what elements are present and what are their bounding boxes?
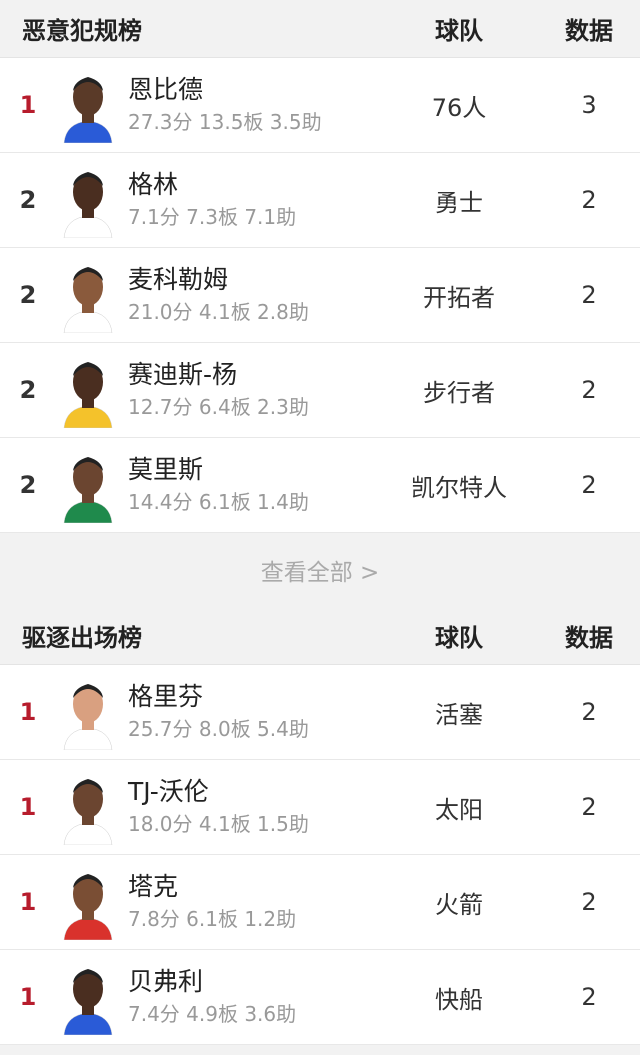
stat-value: 2 — [581, 983, 597, 1011]
player-row[interactable]: 2 莫里斯 14.4分 6.1板 1.4助 凯尔特人 2 — [0, 438, 640, 533]
stat-value: 2 — [581, 281, 597, 309]
team-name: 火箭 — [435, 890, 483, 919]
rank-number: 2 — [19, 376, 37, 404]
player-name[interactable]: 贝弗利 — [128, 965, 374, 999]
player-info: 莫里斯 14.4分 6.1板 1.4助 — [128, 453, 374, 517]
player-stats: 21.0分 4.1板 2.8助 — [128, 300, 309, 324]
rank-number: 2 — [19, 281, 37, 309]
player-info: 恩比德 27.3分 13.5板 3.5助 — [128, 73, 374, 137]
player-stats: 25.7分 8.0板 5.4助 — [128, 717, 309, 741]
player-row[interactable]: 2 格林 7.1分 7.3板 7.1助 勇士 2 — [0, 153, 640, 248]
rank-number: 1 — [19, 698, 37, 726]
player-row[interactable]: 1 恩比德 27.3分 13.5板 3.5助 76人 3 — [0, 58, 640, 153]
player-avatar — [58, 352, 118, 428]
team-name: 步行者 — [423, 378, 495, 407]
team-name: 凯尔特人 — [411, 473, 507, 502]
player-avatar — [58, 959, 118, 1035]
team-name: 开拓者 — [423, 283, 495, 312]
team-name: 活塞 — [435, 700, 483, 729]
player-avatar — [58, 864, 118, 940]
view-all-link[interactable]: 查看全部 > — [0, 533, 640, 607]
rank-number: 2 — [19, 186, 37, 214]
stat-value: 2 — [581, 186, 597, 214]
player-stats: 18.0分 4.1板 1.5助 — [128, 812, 309, 836]
player-stats: 14.4分 6.1板 1.4助 — [128, 490, 309, 514]
player-info: 赛迪斯-杨 12.7分 6.4板 2.3助 — [128, 358, 374, 422]
ejections-title: 驱逐出场榜 — [22, 624, 142, 652]
player-name[interactable]: 恩比德 — [128, 73, 374, 107]
fouls-team-header: 球队 — [435, 17, 483, 45]
fouls-data-header: 数据 — [565, 17, 613, 45]
player-info: 塔克 7.8分 6.1板 1.2助 — [128, 870, 374, 934]
team-name: 快船 — [435, 985, 483, 1014]
player-name[interactable]: 格里芬 — [128, 680, 374, 714]
player-name[interactable]: 格林 — [128, 168, 374, 202]
player-info: 格林 7.1分 7.3板 7.1助 — [128, 168, 374, 232]
player-info: 麦科勒姆 21.0分 4.1板 2.8助 — [128, 263, 374, 327]
rank-number: 1 — [19, 888, 37, 916]
rank-number: 2 — [19, 471, 37, 499]
player-stats: 7.8分 6.1板 1.2助 — [128, 907, 297, 931]
player-row[interactable]: 1 塔克 7.8分 6.1板 1.2助 火箭 2 — [0, 855, 640, 950]
player-row[interactable]: 1 格里芬 25.7分 8.0板 5.4助 活塞 2 — [0, 665, 640, 760]
player-info: TJ-沃伦 18.0分 4.1板 1.5助 — [128, 775, 374, 839]
player-avatar — [58, 769, 118, 845]
fouls-list: 1 恩比德 27.3分 13.5板 3.5助 76人 3 2 格林 7.1分 7.3板 7.1… — [0, 58, 640, 533]
player-stats: 12.7分 6.4板 2.3助 — [128, 395, 309, 419]
player-avatar — [58, 162, 118, 238]
player-name[interactable]: TJ-沃伦 — [128, 775, 374, 809]
rank-number: 1 — [19, 983, 37, 1011]
player-stats: 27.3分 13.5板 3.5助 — [128, 110, 322, 134]
stat-value: 2 — [581, 698, 597, 726]
ejections-list: 1 格里芬 25.7分 8.0板 5.4助 活塞 2 1 TJ-沃伦 18.0分 4.1板 1… — [0, 665, 640, 1045]
ejections-data-header: 数据 — [565, 624, 613, 652]
player-stats: 7.1分 7.3板 7.1助 — [128, 205, 297, 229]
player-stats: 7.4分 4.9板 3.6助 — [128, 1002, 297, 1026]
stat-value: 2 — [581, 376, 597, 404]
player-avatar — [58, 257, 118, 333]
player-info: 格里芬 25.7分 8.0板 5.4助 — [128, 680, 374, 744]
stat-value: 3 — [581, 91, 597, 119]
player-row[interactable]: 1 贝弗利 7.4分 4.9板 3.6助 快船 2 — [0, 950, 640, 1045]
stat-value: 2 — [581, 471, 597, 499]
player-avatar — [58, 67, 118, 143]
team-name: 太阳 — [435, 795, 483, 824]
player-row[interactable]: 2 赛迪斯-杨 12.7分 6.4板 2.3助 步行者 2 — [0, 343, 640, 438]
player-avatar — [58, 674, 118, 750]
fouls-title: 恶意犯规榜 — [22, 17, 142, 45]
stat-value: 2 — [581, 793, 597, 821]
team-name: 76人 — [431, 93, 487, 122]
player-avatar — [58, 447, 118, 523]
rank-number: 1 — [19, 793, 37, 821]
player-name[interactable]: 塔克 — [128, 870, 374, 904]
rank-number: 1 — [19, 91, 37, 119]
ejections-header: 驱逐出场榜 球队 数据 — [0, 607, 640, 665]
player-name[interactable]: 莫里斯 — [128, 453, 374, 487]
player-info: 贝弗利 7.4分 4.9板 3.6助 — [128, 965, 374, 1029]
ejections-team-header: 球队 — [435, 624, 483, 652]
stat-value: 2 — [581, 888, 597, 916]
player-name[interactable]: 麦科勒姆 — [128, 263, 374, 297]
team-name: 勇士 — [435, 188, 483, 217]
player-name[interactable]: 赛迪斯-杨 — [128, 358, 374, 392]
player-row[interactable]: 2 麦科勒姆 21.0分 4.1板 2.8助 开拓者 2 — [0, 248, 640, 343]
fouls-header: 恶意犯规榜 球队 数据 — [0, 0, 640, 58]
player-row[interactable]: 1 TJ-沃伦 18.0分 4.1板 1.5助 太阳 2 — [0, 760, 640, 855]
